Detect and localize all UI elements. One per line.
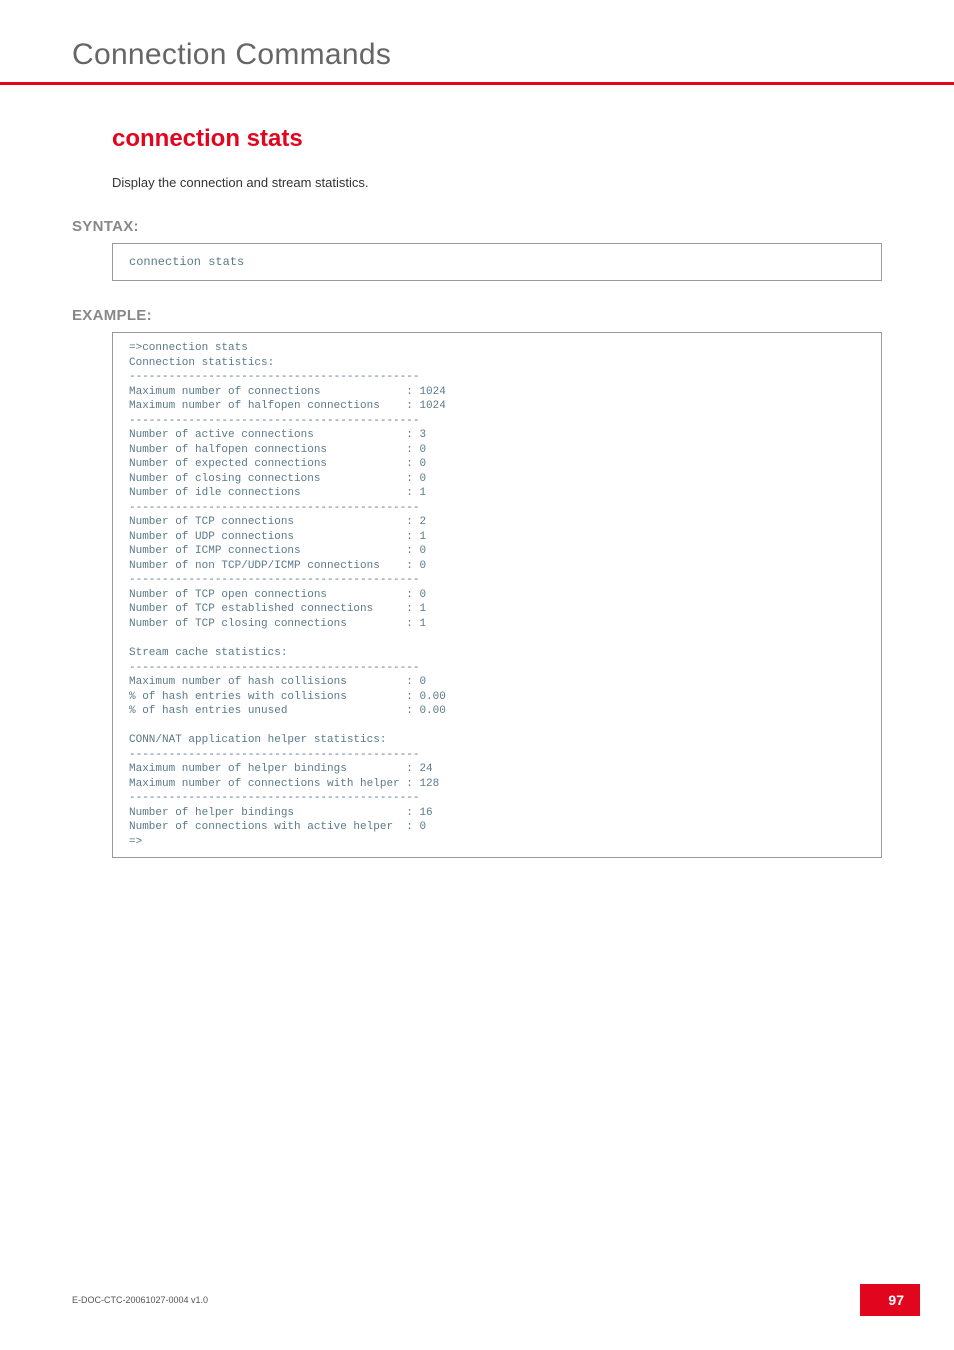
main-content: connection stats Display the connection … <box>0 85 954 858</box>
section-heading: connection stats <box>112 125 882 153</box>
syntax-code-box: connection stats <box>112 243 882 281</box>
page-number: 97 <box>860 1284 920 1316</box>
page-title: Connection Commands <box>72 38 954 72</box>
footer: E-DOC-CTC-20061027-0004 v1.0 97 <box>72 1284 920 1316</box>
description-text: Display the connection and stream statis… <box>112 175 882 190</box>
syntax-label: SYNTAX: <box>72 218 882 235</box>
example-code-box: =>connection stats Connection statistics… <box>112 332 882 858</box>
example-label: EXAMPLE: <box>72 307 882 324</box>
doc-id: E-DOC-CTC-20061027-0004 v1.0 <box>72 1295 208 1305</box>
header: Connection Commands <box>0 0 954 72</box>
